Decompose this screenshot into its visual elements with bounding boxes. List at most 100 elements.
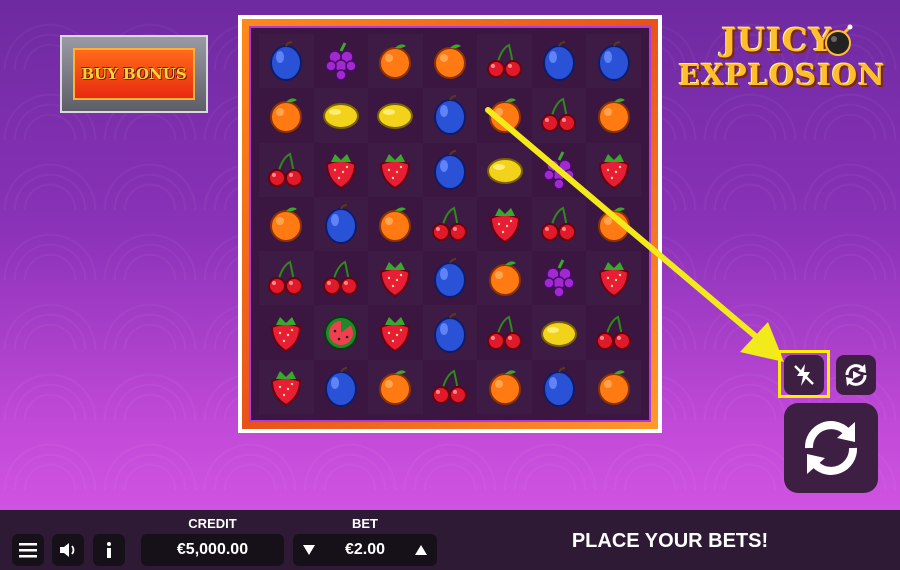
reel-cell bbox=[423, 88, 478, 142]
reel-frame bbox=[238, 15, 662, 433]
reel-cell bbox=[532, 88, 587, 142]
cherries-icon bbox=[268, 152, 304, 187]
turbo-button[interactable] bbox=[784, 355, 824, 395]
plum-icon bbox=[433, 312, 466, 353]
orange-icon bbox=[433, 44, 466, 80]
reel-cell bbox=[423, 360, 478, 414]
sound-button[interactable] bbox=[52, 534, 84, 566]
orange-icon bbox=[270, 207, 303, 242]
grapes-icon bbox=[543, 259, 575, 299]
reel-cell bbox=[368, 143, 423, 197]
triangle-down-icon bbox=[303, 545, 315, 555]
plum-icon bbox=[324, 203, 357, 244]
strawberry-icon bbox=[598, 262, 629, 298]
plum-icon bbox=[597, 41, 630, 82]
reel-cell bbox=[532, 34, 587, 88]
orange-icon bbox=[270, 98, 303, 134]
reel-cell bbox=[259, 88, 314, 142]
credit-value: €5,000.00 bbox=[141, 534, 284, 566]
reel-cell bbox=[368, 360, 423, 414]
reel-cell bbox=[477, 34, 532, 88]
lemon-icon bbox=[541, 320, 578, 347]
reel-cell bbox=[477, 143, 532, 197]
autoplay-button[interactable] bbox=[836, 355, 876, 395]
orange-icon bbox=[597, 370, 630, 405]
reel-cell bbox=[532, 360, 587, 414]
spin-arrows-icon bbox=[805, 421, 857, 475]
reel-cell bbox=[259, 305, 314, 359]
strawberry-icon bbox=[325, 153, 356, 189]
plum-icon bbox=[433, 95, 466, 136]
plum-icon bbox=[324, 366, 357, 407]
reel-cell bbox=[532, 305, 587, 359]
game-logo: JUICY EXPLOSION bbox=[672, 22, 892, 102]
reel-cell bbox=[532, 251, 587, 305]
strawberry-icon bbox=[489, 207, 520, 244]
orange-icon bbox=[379, 44, 412, 80]
reel-cell bbox=[586, 143, 641, 197]
orange-icon bbox=[488, 261, 521, 297]
bet-value: €2.00 bbox=[344, 541, 386, 558]
menu-button[interactable] bbox=[12, 534, 44, 566]
reel-cell bbox=[314, 143, 369, 197]
strawberry-icon bbox=[380, 262, 411, 298]
reel-cell bbox=[314, 197, 369, 251]
reel-cell bbox=[423, 305, 478, 359]
reel-cell bbox=[477, 305, 532, 359]
reel-cell bbox=[368, 305, 423, 359]
turbo-lightning-icon bbox=[794, 364, 814, 386]
plum-icon bbox=[543, 41, 576, 82]
bet-increase-button[interactable] bbox=[408, 534, 434, 566]
spin-button[interactable] bbox=[784, 403, 878, 493]
reel-cell bbox=[477, 251, 532, 305]
reel-cell bbox=[423, 34, 478, 88]
reel-cell bbox=[368, 34, 423, 88]
status-message: PLACE YOUR BETS! bbox=[571, 530, 769, 552]
orange-icon bbox=[597, 98, 630, 134]
bomb-icon bbox=[825, 24, 853, 56]
reel-grid bbox=[249, 26, 651, 422]
cherries-icon bbox=[486, 315, 522, 350]
reel-cell bbox=[586, 360, 641, 414]
reel-cell bbox=[259, 360, 314, 414]
cherries-icon bbox=[431, 206, 467, 241]
cherries-icon bbox=[595, 315, 631, 350]
hamburger-icon bbox=[19, 543, 37, 558]
reel-cell bbox=[259, 197, 314, 251]
reel-cell bbox=[368, 251, 423, 305]
reel-cell bbox=[314, 251, 369, 305]
lemon-icon bbox=[377, 103, 414, 130]
logo-line-2: EXPLOSION bbox=[678, 58, 886, 92]
info-button[interactable] bbox=[93, 534, 125, 566]
reel-cell bbox=[314, 305, 369, 359]
autoplay-icon bbox=[845, 364, 867, 386]
cherries-icon bbox=[541, 97, 577, 133]
watermelon-icon bbox=[323, 315, 358, 350]
grapes-icon bbox=[325, 42, 357, 81]
reel-cell bbox=[314, 360, 369, 414]
reel-cell bbox=[586, 88, 641, 142]
reel-cell bbox=[368, 88, 423, 142]
buy-bonus-frame: BUY BONUS bbox=[60, 35, 208, 113]
reel-cell bbox=[259, 251, 314, 305]
credit-label: CREDIT bbox=[188, 516, 237, 531]
reel-cell bbox=[314, 88, 369, 142]
strawberry-icon bbox=[598, 153, 629, 189]
plum-icon bbox=[433, 258, 466, 299]
cherries-icon bbox=[322, 260, 358, 296]
reel-cell bbox=[586, 34, 641, 88]
triangle-up-icon bbox=[415, 545, 427, 555]
reel-cell bbox=[259, 34, 314, 88]
lemon-icon bbox=[322, 103, 359, 130]
bet-decrease-button[interactable] bbox=[296, 534, 322, 566]
plum-icon bbox=[270, 41, 303, 82]
logo-line-1: JUICY bbox=[721, 21, 833, 59]
reel-cell bbox=[368, 197, 423, 251]
speaker-icon bbox=[60, 543, 75, 557]
reel-cell bbox=[423, 251, 478, 305]
reel-cell bbox=[314, 34, 369, 88]
cherries-icon bbox=[431, 369, 467, 404]
buy-bonus-button[interactable]: BUY BONUS bbox=[73, 48, 195, 100]
orange-icon bbox=[488, 98, 521, 134]
strawberry-icon bbox=[271, 370, 302, 406]
